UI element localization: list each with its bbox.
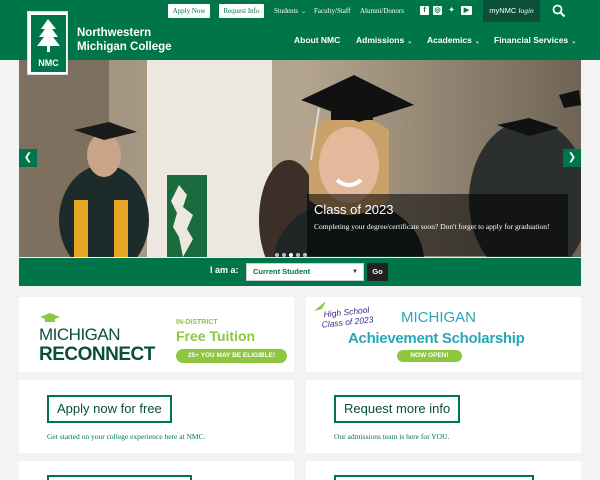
carousel-dots <box>275 244 310 262</box>
college-name-line1: Northwestern <box>77 27 152 39</box>
instagram-icon[interactable]: ◎ <box>433 6 442 15</box>
chevron-down-icon: ⌄ <box>407 39 413 45</box>
request-subtext: Our admissions team is here for YOU. <box>334 432 450 441</box>
faculty-staff-link[interactable]: Faculty/Staff <box>314 4 350 18</box>
nav-admissions-label: Admissions <box>356 35 405 45</box>
college-name-line2: Michigan College <box>77 41 172 53</box>
partial-card-right <box>306 461 581 480</box>
audience-label: I am a: <box>210 265 239 275</box>
alumni-donors-link[interactable]: Alumni/Donors <box>360 4 404 18</box>
partial-cta-left[interactable] <box>47 475 192 480</box>
eligibility-pill: 25+ YOU MAY BE ELIGIBLE! <box>176 349 287 363</box>
partial-cta-right[interactable] <box>334 475 534 480</box>
go-button[interactable]: Go <box>367 263 388 281</box>
apply-now-free-button[interactable]: Apply now for free <box>47 395 172 423</box>
login-label: login <box>518 6 534 15</box>
logo-background: NMC <box>31 15 66 72</box>
nav-about-label: About NMC <box>294 35 341 45</box>
nav-financial-services[interactable]: Financial Services ⌄ <box>494 33 576 47</box>
hero-caption: Class of 2023 Completing your degree/cer… <box>307 194 568 256</box>
michigan-reconnect-promo[interactable]: MICHIGAN RECONNECT IN-DISTRICT Free Tuit… <box>19 297 294 372</box>
students-menu[interactable]: Students ⌄ <box>274 4 306 18</box>
reconnect-michigan-text: MICHIGAN <box>39 325 121 344</box>
chevron-down-icon: ⌄ <box>571 39 577 45</box>
mynmc-login-button[interactable]: myNMC login <box>483 0 540 22</box>
apply-subtext: Get started on your college experience h… <box>47 432 206 441</box>
nmc-logo[interactable]: NMC <box>27 11 68 75</box>
in-district-label: IN-DISTRICT <box>176 319 218 326</box>
nav-academics-label: Academics <box>427 35 472 45</box>
youtube-icon[interactable]: ▶ <box>461 6 472 15</box>
carousel-prev-button[interactable]: ❮ <box>19 149 37 167</box>
carousel-dot[interactable] <box>303 253 307 257</box>
mynmc-label: myNMC <box>489 6 517 15</box>
audience-selected-value: Current Student <box>253 267 311 276</box>
partial-card-left <box>19 461 294 480</box>
nav-academics[interactable]: Academics ⌄ <box>427 33 480 47</box>
carousel-next-button[interactable]: ❯ <box>563 149 581 167</box>
graduation-cap-icon <box>40 313 60 322</box>
achievement-scholarship-promo[interactable]: High School Class of 2023 MICHIGAN Achie… <box>306 297 581 372</box>
chevron-down-icon: ⌄ <box>301 9 307 15</box>
caption-text: Completing your degree/certificate soon?… <box>314 222 550 231</box>
carousel-dot[interactable] <box>282 253 286 257</box>
request-info-card: Request more info Our admissions team is… <box>306 380 581 453</box>
chevron-left-icon: ❮ <box>23 152 33 163</box>
chevron-right-icon: ❯ <box>567 152 577 163</box>
nav-financial-label: Financial Services <box>494 35 569 45</box>
dropdown-caret-icon: ▼ <box>352 269 358 275</box>
apply-now-button[interactable]: Apply Now <box>168 4 210 18</box>
apply-card: Apply now for free Get started on your c… <box>19 380 294 453</box>
scholarship-title: Achievement Scholarship <box>348 330 525 347</box>
free-tuition-label: Free Tuition <box>176 328 256 344</box>
carousel-dot[interactable] <box>296 253 300 257</box>
nav-admissions[interactable]: Admissions ⌄ <box>356 33 412 47</box>
logo-text: NMC <box>38 58 59 68</box>
audience-selector-bar: I am a: Current Student ▼ Go <box>19 258 581 286</box>
caption-title: Class of 2023 <box>314 202 394 217</box>
high-school-label: High School Class of 2023 <box>320 304 374 330</box>
search-icon[interactable] <box>552 4 566 18</box>
facebook-icon[interactable]: f <box>420 6 429 15</box>
twitter-icon[interactable]: ✦ <box>447 6 456 15</box>
audience-select[interactable]: Current Student ▼ <box>246 263 364 281</box>
site-header: Northwestern Michigan College Apply Now … <box>0 0 600 60</box>
scholarship-michigan-text: MICHIGAN <box>401 309 476 326</box>
request-more-info-button[interactable]: Request more info <box>334 395 461 423</box>
chevron-down-icon: ⌄ <box>474 39 480 45</box>
carousel-dot[interactable] <box>275 253 279 257</box>
students-label: Students <box>274 7 299 15</box>
reconnect-title: RECONNECT <box>39 344 155 365</box>
college-name[interactable]: Northwestern Michigan College <box>77 26 197 54</box>
pine-tree-icon <box>37 19 60 52</box>
carousel-dot-active[interactable] <box>289 253 293 257</box>
request-info-button[interactable]: Request Info <box>219 4 264 18</box>
nav-about[interactable]: About NMC <box>294 33 340 47</box>
now-open-pill: NOW OPEN! <box>397 350 462 362</box>
